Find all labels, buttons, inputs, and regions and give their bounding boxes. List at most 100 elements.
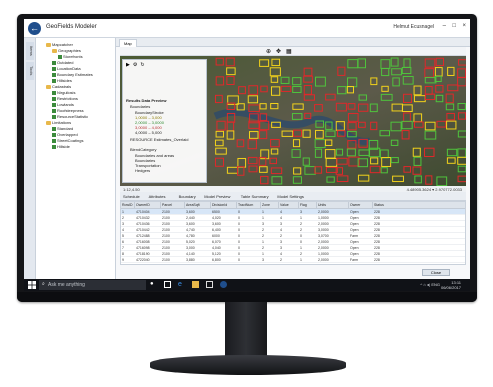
windows-start-icon[interactable] (28, 281, 36, 289)
pan-icon[interactable]: ✥ (276, 48, 281, 55)
column-header[interactable]: Zone (261, 202, 279, 209)
vtab-items[interactable]: Items (26, 42, 34, 60)
monitor-chin (17, 292, 477, 302)
nav-item[interactable]: LocationData (52, 66, 81, 71)
user-name[interactable]: Helmut Ecusnagel (393, 24, 434, 30)
layer-icon (52, 66, 56, 71)
nav-item[interactable]: Lowlands (52, 102, 74, 107)
file-explorer-icon[interactable] (192, 281, 199, 288)
table-cell: Farm (350, 258, 359, 262)
refresh-icon[interactable]: ↻ (140, 62, 144, 68)
back-arrow-icon[interactable]: ← (28, 22, 41, 35)
nav-item[interactable]: Storefronts (58, 54, 83, 59)
nav-item-label: Hillside (57, 144, 70, 149)
geofields-app-icon[interactable] (220, 281, 227, 288)
task-view-icon[interactable] (164, 281, 171, 288)
system-tray[interactable]: ^ ⌂ ◂) ENG (420, 282, 440, 287)
minimize-button[interactable]: – (443, 23, 446, 29)
nav-item-label: Cadastrals (52, 84, 72, 89)
folder-icon (46, 120, 51, 125)
column-header[interactable]: TractNum (237, 202, 261, 209)
layer-checkbox-estimates[interactable]: RESOURCE Estimates_Overlaid (130, 137, 188, 142)
column-header[interactable]: Status (373, 202, 465, 209)
column-header[interactable]: Units (317, 202, 349, 209)
close-window-button[interactable]: × (462, 23, 466, 29)
vtab-tools[interactable]: Tools (26, 62, 34, 80)
nav-item[interactable]: Overlapped (52, 132, 78, 137)
grid-tab[interactable]: Model Settings (277, 194, 303, 199)
table-cell: 3 (262, 258, 264, 262)
nav-item[interactable]: StreetCoatings (52, 138, 83, 143)
edge-browser-icon[interactable]: e (178, 281, 185, 288)
column-header[interactable]: RowID (121, 202, 135, 209)
close-button[interactable]: Close (422, 269, 450, 276)
maximize-button[interactable]: □ (452, 23, 456, 29)
navigation-tree: Mapcatcher Geographies Storefronts Outdated… (36, 38, 116, 279)
layer-icon (52, 78, 56, 83)
nav-item[interactable]: Roofsteepness (52, 108, 84, 113)
taskbar-search-input[interactable]: Ask me anything (39, 280, 146, 290)
column-header[interactable]: OwnerID (135, 202, 161, 209)
layer-icon (52, 132, 56, 137)
map-view[interactable]: ▶ ⚙ ↻ Results Data Preview Boundaries Bo… (120, 56, 466, 186)
nav-item-label: Overlapped (57, 132, 78, 137)
nav-item-label: Hillsides (57, 78, 72, 83)
nav-item-label: Mapcatcher (52, 42, 73, 47)
legend-boundaries[interactable]: Boundaries (130, 104, 150, 109)
nav-item[interactable]: Limitations (46, 120, 71, 125)
play-icon[interactable]: ▶ (126, 62, 130, 68)
tab-map[interactable]: Map (119, 39, 137, 47)
nav-item[interactable]: Outdated (52, 60, 73, 65)
table-cell: 6,800 (212, 258, 221, 262)
column-header[interactable]: AreaSqft (185, 202, 211, 209)
microphone-icon[interactable]: ● (150, 281, 157, 288)
nav-item[interactable]: Standard (52, 126, 73, 131)
nav-item[interactable]: Geographies (52, 48, 81, 53)
table-cell: 2,0000 (318, 258, 329, 262)
nav-item-label: Nirguliosis (57, 90, 76, 95)
taskbar: Ask me anything ⌕ ● e ^ ⌂ ◂) ENG 13:11 0… (24, 279, 470, 291)
grid-tab[interactable]: Attributes (149, 194, 166, 199)
nav-item[interactable]: Restrictions (52, 96, 78, 101)
column-header[interactable]: Flag (299, 202, 317, 209)
clock[interactable]: 13:11 06/06/2017 (441, 280, 461, 290)
layer-icon (52, 102, 56, 107)
nav-item[interactable]: Hillside (52, 144, 70, 149)
column-header[interactable]: Owner (349, 202, 373, 209)
folder-icon (46, 42, 51, 47)
layer-icon (52, 114, 56, 119)
nav-item[interactable]: Nirguliosis (52, 90, 75, 95)
document-tab-bar: Map (116, 38, 470, 47)
table-cell: 9 (122, 258, 124, 262)
nav-item-label: Outdated (57, 60, 74, 65)
layer-icon (52, 90, 56, 95)
column-header[interactable]: Value (279, 202, 299, 209)
grid-icon[interactable]: ▦ (286, 48, 292, 55)
nav-item-label: Standard (57, 126, 74, 131)
table-row[interactable]: 9 4722040 2100 3,880 6,800 0 3 2 1 2,0000 Farm 228 (121, 257, 465, 263)
legend-range-4: 4,0000 – 5,000 (135, 130, 162, 135)
layer-icon (52, 138, 56, 143)
nav-item[interactable]: Hillsides (52, 78, 72, 83)
column-header[interactable]: DivisionId (211, 202, 237, 209)
blend-sub-4[interactable]: Hedgers (135, 168, 150, 173)
monitor-stand-base (150, 355, 346, 375)
left-tool-strip: Items Tools (24, 38, 36, 279)
nav-item[interactable]: Mapcatcher (46, 42, 73, 47)
nav-item[interactable]: ResourceStatistic (52, 114, 88, 119)
grid-tab[interactable]: Table Summary (241, 194, 269, 199)
nav-item[interactable]: Cadastrals (46, 84, 71, 89)
grid-tab[interactable]: Model Preview (204, 194, 230, 199)
zoom-in-icon[interactable]: ⊕ (266, 48, 271, 55)
grid-tab[interactable]: Boundary (179, 194, 196, 199)
preview-title: Results Data Preview (126, 98, 167, 103)
layer-icon (52, 72, 56, 77)
blend-category-section[interactable]: BlendCategory (130, 147, 156, 152)
nav-item[interactable]: Boundary Estimates (52, 72, 93, 77)
nav-item-label: Roofsteepness (57, 108, 84, 113)
store-icon[interactable] (206, 281, 213, 288)
column-header[interactable]: Parcel (161, 202, 185, 209)
grid-tab[interactable]: Schedule (123, 194, 140, 199)
settings-icon[interactable]: ⚙ (133, 62, 137, 68)
folder-icon (46, 84, 51, 89)
